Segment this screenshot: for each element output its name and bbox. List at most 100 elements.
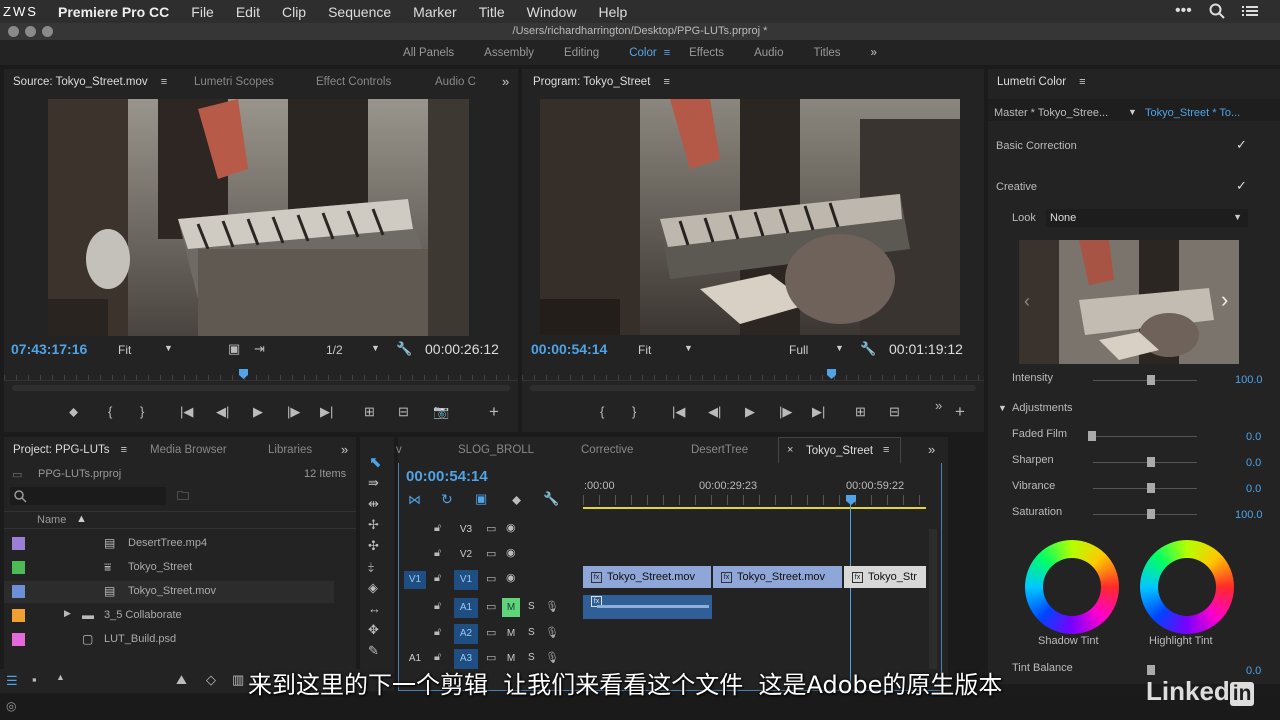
add-marker-icon[interactable]: ▣ <box>475 491 487 507</box>
track-target-a1[interactable]: A1 <box>454 598 478 618</box>
adjustment-slider-knob[interactable] <box>1147 457 1155 467</box>
workspace-editing[interactable]: Editing <box>549 47 614 59</box>
sync-lock-icon[interactable]: ▭ <box>486 572 496 585</box>
chevron-right-icon[interactable]: › <box>1221 287 1228 313</box>
sync-lock-icon[interactable]: ▭ <box>486 600 496 613</box>
solo-toggle-icon[interactable]: S <box>528 627 535 638</box>
zoom-window-button[interactable] <box>42 26 53 37</box>
panel-menu-icon[interactable]: ≡ <box>883 444 889 456</box>
panel-overflow-icon[interactable]: » <box>502 74 509 89</box>
wrench-icon[interactable]: 🔧 <box>860 341 876 357</box>
step-back-icon[interactable]: ◀| <box>708 404 721 420</box>
intensity-slider-knob[interactable] <box>1147 375 1155 385</box>
lock-icon[interactable]: 🔓︎ <box>434 547 441 560</box>
program-video-frame[interactable] <box>540 99 960 335</box>
minimize-window-button[interactable] <box>25 26 36 37</box>
video-clip[interactable]: fx Tokyo_Str <box>844 566 926 588</box>
chevron-down-icon[interactable]: ▼ <box>164 343 173 353</box>
hand-tool-icon[interactable]: ✎ <box>368 643 379 659</box>
search-icon[interactable] <box>1209 3 1225 22</box>
list-item[interactable]: ▶ ▬ 3_5 Collaborate <box>4 605 334 627</box>
mark-in-icon[interactable]: { <box>108 404 112 419</box>
checkmark-icon[interactable]: ✓ <box>1236 137 1247 153</box>
list-icon[interactable] <box>1242 5 1258 20</box>
tab-deserttree[interactable]: DesertTree <box>691 444 748 456</box>
tab-tokyo-street[interactable]: × Tokyo_Street ≡ <box>778 437 901 463</box>
panel-menu-icon[interactable]: ≡ <box>161 76 167 88</box>
sync-lock-icon[interactable]: ▭ <box>486 651 496 664</box>
workspace-all-panels[interactable]: All Panels <box>388 47 469 59</box>
menu-edit[interactable]: Edit <box>225 4 271 20</box>
settings-film-icon[interactable]: ▣ <box>228 341 240 357</box>
adjustment-slider-knob[interactable] <box>1147 483 1155 493</box>
go-to-out-icon[interactable]: ▶| <box>812 404 825 420</box>
extract-icon[interactable]: ⊟ <box>889 404 900 420</box>
basic-correction-header[interactable]: Basic Correction <box>996 140 1077 152</box>
panel-overflow-icon[interactable]: » <box>928 442 935 457</box>
video-clip[interactable]: fx Tokyo_Street.mov <box>583 566 711 588</box>
adjustment-slider-knob[interactable] <box>1088 431 1096 441</box>
adjustment-slider[interactable] <box>1093 488 1197 489</box>
track-target-v2[interactable]: V2 <box>454 545 478 565</box>
selection-tool-icon[interactable]: ⬉ <box>369 453 382 471</box>
sync-lock-icon[interactable]: ▭ <box>486 626 496 639</box>
sort-icons-icon[interactable]: ⛰ <box>176 672 187 688</box>
snap-icon[interactable]: ⋈ <box>408 492 421 508</box>
menu-marker[interactable]: Marker <box>402 4 468 20</box>
checkmark-icon[interactable]: ✓ <box>1236 178 1247 194</box>
lock-icon[interactable]: 🔓︎ <box>434 626 441 639</box>
adjustment-slider[interactable] <box>1093 514 1197 515</box>
menu-sequence[interactable]: Sequence <box>317 4 402 20</box>
slip-tool-icon[interactable]: ◈ <box>368 580 378 596</box>
panel-overflow-icon[interactable]: » <box>341 442 348 457</box>
chevron-down-icon[interactable]: ▼ <box>1128 107 1137 117</box>
workspace-assembly[interactable]: Assembly <box>469 47 549 59</box>
microphone-icon[interactable]: 🎙︎ <box>545 626 559 639</box>
insert-overwrite-icon[interactable]: ⇥ <box>254 341 265 357</box>
track-target-v1[interactable]: V1 <box>454 570 478 590</box>
tab-corrective[interactable]: Corrective <box>581 444 633 456</box>
label-color-swatch[interactable] <box>12 585 25 598</box>
workspace-effects[interactable]: Effects <box>674 47 739 59</box>
rate-stretch-tool-icon[interactable]: ✣ <box>368 538 379 554</box>
go-to-out-icon[interactable]: ▶| <box>320 404 333 420</box>
sync-lock-icon[interactable]: ▭ <box>486 522 496 535</box>
list-item[interactable]: ▤ DesertTree.mp4 <box>4 533 334 555</box>
wrench-icon[interactable]: 🔧 <box>543 491 559 507</box>
tab-slog-broll[interactable]: SLOG_BROLL <box>458 444 534 456</box>
audio-clip[interactable]: fx <box>583 595 712 619</box>
label-color-swatch[interactable] <box>12 561 25 574</box>
source-video-frame[interactable] <box>48 99 469 336</box>
close-icon[interactable]: × <box>787 444 793 456</box>
track-target-a2[interactable]: A2 <box>454 624 478 644</box>
chevron-down-icon[interactable]: ▼ <box>371 343 380 353</box>
icon-view-icon[interactable]: ▪ <box>32 672 37 687</box>
add-button-icon[interactable]: + <box>489 402 499 422</box>
microphone-icon[interactable]: 🎙︎ <box>545 651 559 664</box>
add-button-icon[interactable]: + <box>955 402 965 422</box>
automate-icon[interactable]: ◇ <box>206 672 216 688</box>
list-item[interactable]: ▤ Tokyo_Street.mov <box>4 581 334 603</box>
panel-menu-icon[interactable]: ≡ <box>1079 76 1085 88</box>
master-clip-label[interactable]: Master * Tokyo_Stree... <box>994 107 1108 119</box>
lock-icon[interactable]: 🔓︎ <box>434 572 441 585</box>
solo-toggle-icon[interactable]: S <box>528 652 535 663</box>
insert-icon[interactable]: ⊞ <box>364 404 375 420</box>
tab-effect-controls[interactable]: Effect Controls <box>316 76 391 88</box>
source-resolution-dropdown[interactable]: 1/2 <box>326 343 343 357</box>
tab-lumetri-scopes[interactable]: Lumetri Scopes <box>194 76 274 88</box>
chevron-left-icon[interactable]: ‹ <box>1024 291 1030 312</box>
play-icon[interactable]: ▶ <box>745 404 755 420</box>
label-color-swatch[interactable] <box>12 609 25 622</box>
tab-source[interactable]: Source: Tokyo_Street.mov ≡ <box>13 76 167 88</box>
adjustment-value[interactable]: 100.0 <box>1235 509 1263 521</box>
menu-help[interactable]: Help <box>587 4 638 20</box>
tab-audio-clip-mixer[interactable]: Audio C <box>435 76 476 88</box>
tab-lumetri-color[interactable]: Lumetri Color ≡ <box>997 76 1086 88</box>
source-zoom-scrollbar[interactable] <box>12 385 510 391</box>
mark-in-icon[interactable]: { <box>600 404 604 419</box>
wrench-icon[interactable]: 🔧 <box>396 341 412 357</box>
creative-header[interactable]: Creative <box>996 181 1037 193</box>
look-preview-thumbnail[interactable] <box>1019 240 1239 364</box>
eye-icon[interactable]: ◉ <box>506 521 516 534</box>
